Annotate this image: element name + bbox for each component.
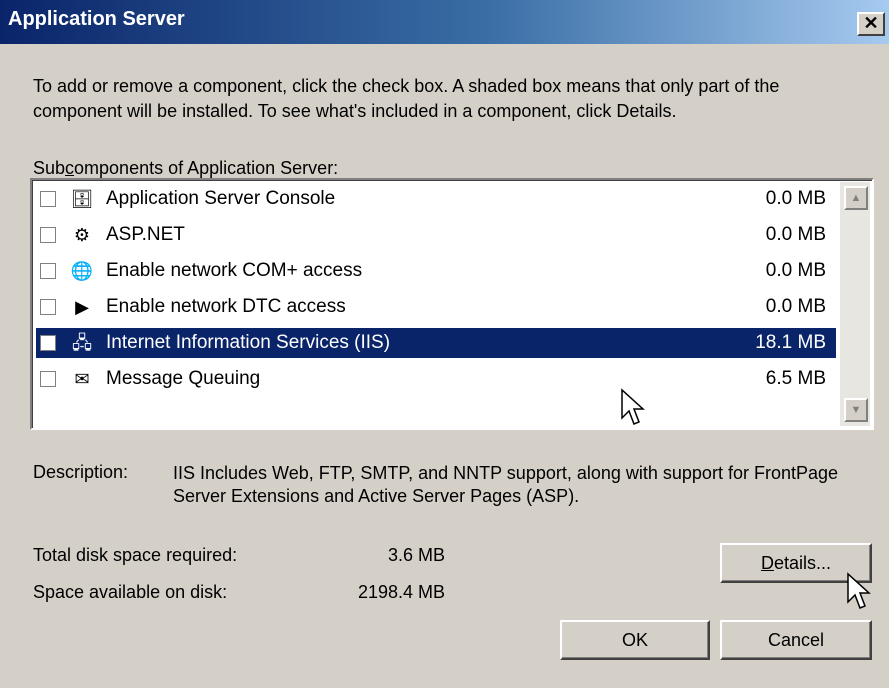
console-icon: 🗄 [70,189,94,209]
dtc-icon: ▶ [75,297,89,317]
window-title: Application Server [8,8,185,30]
scroll-up-button[interactable]: ▲ [844,186,868,210]
click-cursor-icon [847,572,871,609]
subcomponents-label-accel: c [65,158,75,178]
list-item[interactable]: 🗄 Application Server Console 0.0 MB [36,184,836,214]
disk-available-value: 2198.4 MB [357,582,445,602]
cancel-button[interactable]: Cancel [720,620,872,660]
item-label: Internet Information Services (IIS) [106,332,391,353]
item-size: 0.0 MB [765,224,826,245]
item-size: 0.0 MB [765,260,826,281]
subcomponents-label: Subcomponents of Application Server: [33,158,338,179]
ok-label: OK [621,630,648,650]
title-bar[interactable]: Application Server ✕ [0,0,889,44]
checkbox[interactable] [40,263,56,279]
ok-button[interactable]: OK [560,620,710,660]
checkbox[interactable] [40,299,56,315]
checkbox[interactable] [40,227,56,243]
list-item[interactable]: ▶ Enable network DTC access 0.0 MB [36,292,836,322]
arrow-down-icon: ▼ [850,404,862,416]
disk-required-label: Total disk space required: [33,545,238,565]
globe-icon: 🌐 [70,261,94,281]
list-item-selected[interactable]: 🖧 Internet Information Services (IIS) 18… [36,328,836,358]
description-label: Description: [33,462,129,482]
mouse-cursor-icon [621,388,645,425]
disk-required-value: 3.6 MB [387,545,445,565]
close-icon: ✕ [863,13,879,33]
scroll-down-button[interactable]: ▼ [844,398,868,422]
item-label: Enable network DTC access [106,296,346,317]
details-accel: D [760,553,774,573]
list-item[interactable]: 🌐 Enable network COM+ access 0.0 MB [36,256,836,286]
iis-icon: 🖧 [71,333,93,353]
cancel-label: Cancel [767,630,825,650]
checkbox[interactable] [40,191,56,207]
item-size: 0.0 MB [765,296,826,317]
list-item[interactable]: ✉ Message Queuing 6.5 MB [36,364,836,394]
item-label: ASP.NET [106,224,185,245]
disk-available-label: Space available on disk: [33,582,228,602]
gears-icon: ⚙ [73,225,91,245]
envelope-icon: ✉ [74,369,90,389]
subcomponents-label-post: omponents of Application Server: [74,158,339,178]
item-size: 18.1 MB [755,332,826,353]
close-button[interactable]: ✕ [857,12,885,36]
vertical-scrollbar[interactable]: ▲ ▼ [840,182,870,426]
item-label: Enable network COM+ access [106,260,363,281]
item-size: 0.0 MB [765,188,826,209]
arrow-up-icon: ▲ [850,192,862,204]
item-label: Message Queuing [106,368,261,389]
subcomponents-list[interactable]: 🗄 Application Server Console 0.0 MB ⚙ AS… [30,178,874,430]
checkbox[interactable] [40,371,56,387]
item-size: 6.5 MB [765,368,826,389]
checkbox[interactable] [40,335,56,351]
instructions-text: To add or remove a component, click the … [33,76,780,121]
list-item[interactable]: ⚙ ASP.NET 0.0 MB [36,220,836,250]
description-text: IIS Includes Web, FTP, SMTP, and NNTP su… [173,463,838,506]
subcomponents-label-pre: Sub [33,158,66,178]
details-label: etails... [773,553,832,573]
item-label: Application Server Console [106,188,336,209]
